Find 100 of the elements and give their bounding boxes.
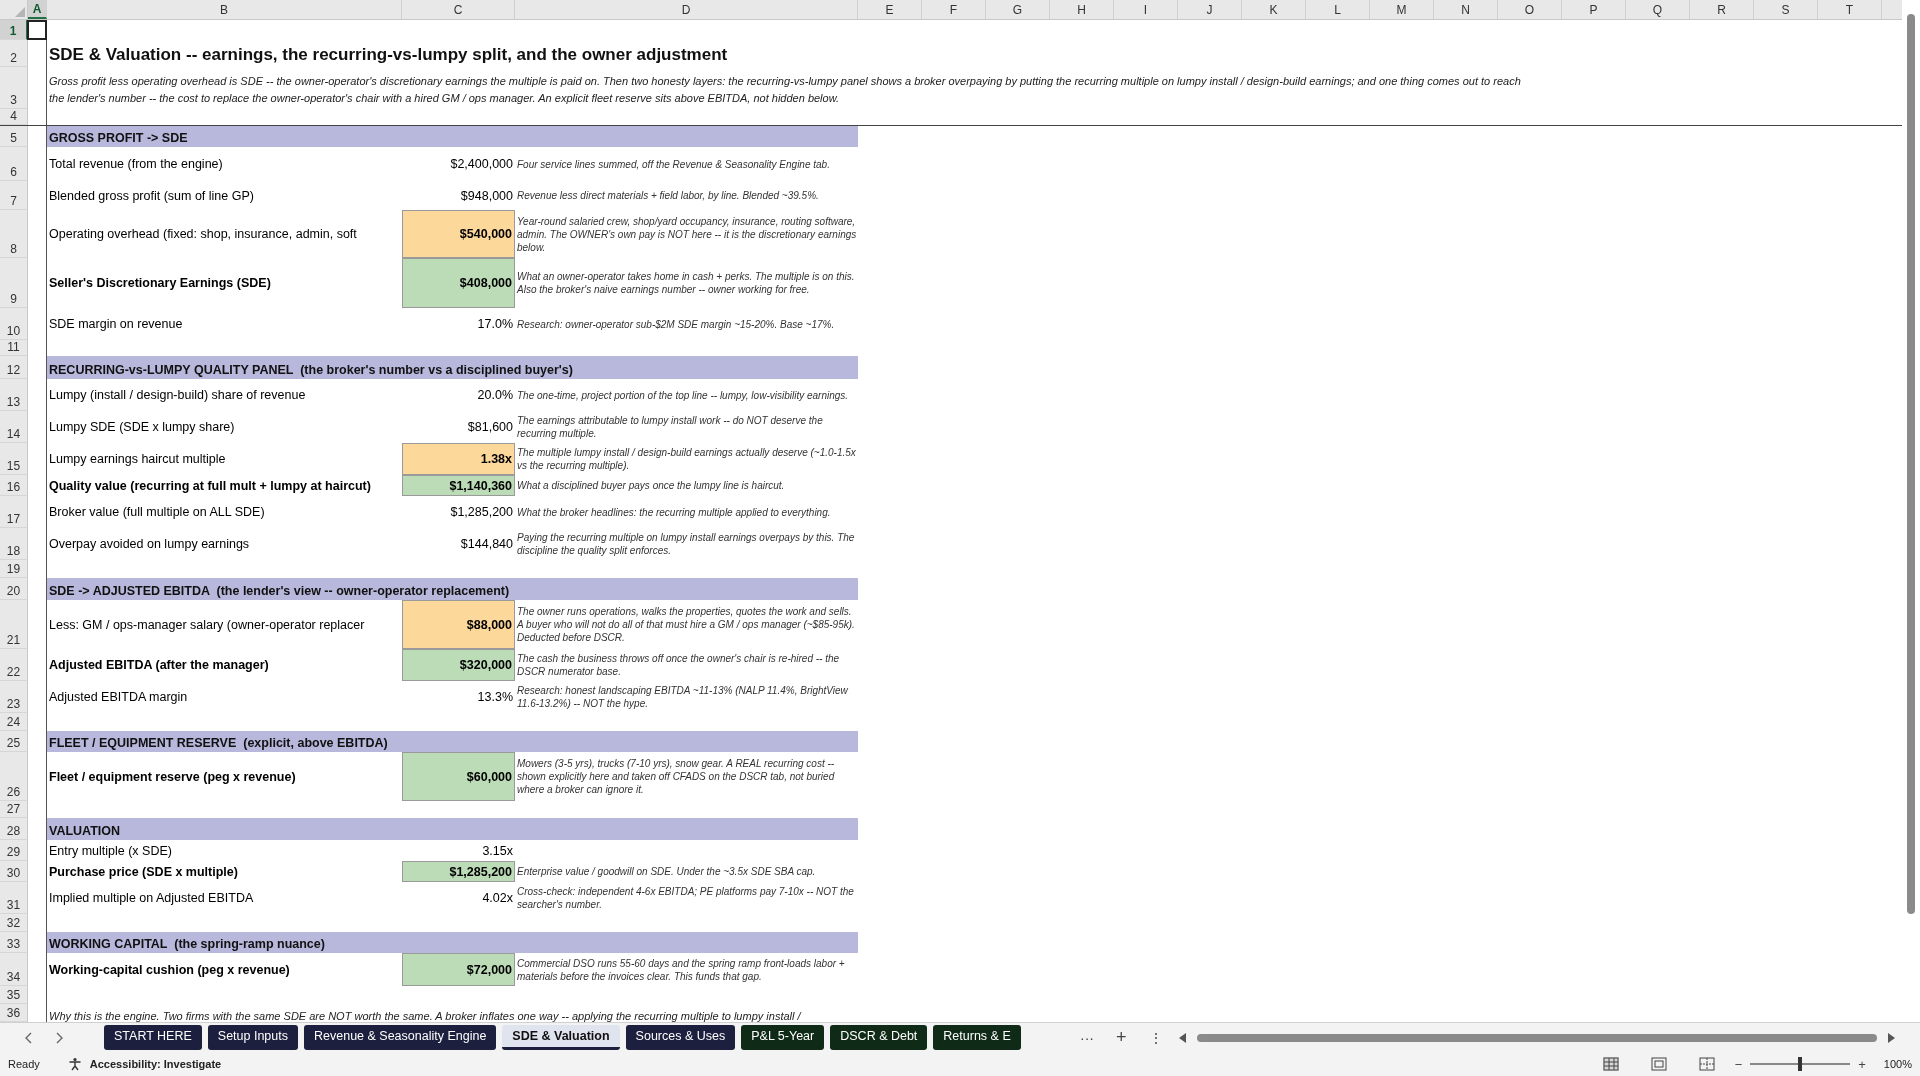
row-number[interactable]: 4 [0,109,28,125]
column-header[interactable]: H [1050,0,1114,19]
sheet-tab[interactable]: SDE & Valuation [502,1025,620,1050]
row-number[interactable]: 29 [0,840,28,861]
next-sheet-icon[interactable] [54,1031,64,1044]
row-number[interactable]: 34 [0,953,28,986]
sheet-tab[interactable]: P&L 5-Year [741,1025,825,1050]
scroll-left-icon[interactable] [1178,1032,1187,1043]
column-header[interactable]: Q [1626,0,1690,19]
note-text: What an owner-operator takes home in cash + perks. The multiple is on this. Also the broker's naive earnings number -- owner working for free. [517,270,856,296]
column-header[interactable]: B [47,0,402,19]
scroll-right-icon[interactable] [1886,1032,1895,1043]
column-header[interactable]: I [1114,0,1178,19]
sheet-tab[interactable]: Revenue & Seasonality Engine [304,1025,497,1050]
accessibility-status[interactable]: Accessibility: Investigate [89,1058,222,1070]
row-number[interactable]: 1 [0,20,28,40]
note-text: Paying the recurring multiple on lumpy install earnings overpays by this. The discipline the quality split enforces. [517,531,856,557]
row-number[interactable]: 8 [0,210,28,258]
row-number[interactable]: 30 [0,861,28,882]
row-number[interactable]: 14 [0,411,28,443]
note-text: Revenue less direct materials + field labor, by line. Blended ~39.5%. [517,189,819,202]
row-number[interactable]: 18 [0,528,28,560]
row-number[interactable]: 5 [0,126,28,147]
row-number[interactable]: 31 [0,882,28,914]
row-number[interactable]: 7 [0,181,28,210]
add-sheet-button[interactable]: + [1110,1027,1133,1048]
row-number[interactable]: 12 [0,356,28,379]
more-sheets-button[interactable]: ··· [1074,1029,1100,1046]
row-number[interactable]: 36 [0,1004,28,1022]
column-header[interactable]: J [1178,0,1242,19]
sheet-tab[interactable]: Returns & E [933,1025,1021,1050]
row-number[interactable]: 13 [0,379,28,411]
row-number[interactable]: 33 [0,932,28,953]
row-number[interactable]: 20 [0,578,28,600]
note-text: Four service lines summed, off the Revenue & Seasonality Engine tab. [517,157,830,171]
sheet-options-button[interactable]: ⋮ [1142,1029,1169,1046]
row-number[interactable]: 3 [0,67,28,109]
sheet-tab[interactable]: Setup Inputs [207,1025,298,1050]
column-header[interactable]: L [1306,0,1370,19]
row-number[interactable]: 35 [0,986,28,1004]
output-cell: $408,000 [402,258,515,308]
previous-sheet-icon[interactable] [24,1031,34,1044]
row-number[interactable]: 10 [0,308,28,340]
row-number[interactable]: 23 [0,681,28,713]
zoom-in-button[interactable]: + [1858,1056,1866,1072]
column-header[interactable]: M [1370,0,1434,19]
column-header[interactable]: D [515,0,858,19]
row-number[interactable]: 17 [0,496,28,528]
row-number[interactable]: 24 [0,713,28,731]
row-number[interactable]: 11 [0,340,28,356]
page-break-icon[interactable] [1698,1057,1715,1071]
row-label: Operating overhead (fixed: shop, insurance, admin, soft [48,226,358,243]
row-number[interactable]: 2 [0,40,28,67]
column-header[interactable]: R [1690,0,1754,19]
row-number[interactable]: 28 [0,818,28,840]
horizontal-scrollbar[interactable] [1196,1033,1877,1042]
normal-view-icon[interactable] [1602,1057,1619,1071]
column-header[interactable]: G [986,0,1050,19]
corner-triangle-icon [15,7,25,17]
column-header[interactable]: N [1434,0,1498,19]
column-header[interactable]: P [1562,0,1626,19]
active-cell[interactable] [27,20,47,40]
row-label: Purchase price (SDE x multiple) [48,863,239,881]
row-number[interactable]: 19 [0,560,28,578]
column-header[interactable]: T [1818,0,1882,19]
value-cell-text: 17.0% [476,316,514,333]
sheet-tab[interactable]: START HERE [104,1025,202,1050]
row-number[interactable]: 6 [0,147,28,181]
sheet-tab[interactable]: Sources & Uses [625,1025,736,1050]
column-header[interactable]: S [1754,0,1818,19]
row-number[interactable]: 26 [0,752,28,801]
note-text: The one-time, project portion of the top line -- lumpy, low-visibility earnings. [517,388,849,402]
row-number[interactable]: 22 [0,649,28,681]
zoom-level[interactable]: 100% [1883,1058,1912,1070]
column-header[interactable]: C [402,0,515,19]
accessibility-icon[interactable] [67,1057,82,1071]
row-number[interactable]: 32 [0,914,28,932]
note-text: Enterprise value / goodwill on SDE. Under the ~3.5x SDE SBA cap. [517,865,816,878]
column-header[interactable]: F [922,0,986,19]
section-header: VALUATION [47,818,858,840]
row-label: SDE margin on revenue [48,316,184,333]
row-number[interactable]: 15 [0,443,28,475]
section-header: WORKING CAPITAL (the spring-ramp nuance) [47,932,858,953]
input-cell: $540,000 [402,210,515,258]
column-header[interactable]: O [1498,0,1562,19]
row-number[interactable]: 16 [0,475,28,496]
value-cell-text: 4.02x [481,890,514,907]
intro-paragraph: Gross profit less operating overhead is SDE -- the owner-operator's discretionary earnings the multiple is paid on. Then two honesty layers: the recurring-vs-lumpy panel shows a broker overpaying by putting the recurring multiple on lumpy install / design-build earnings; and one thing comes out to reach the lender's number -- the cost to replace the owner-operator's chair with a hired GM / ops manager. An explicit fleet reserve sits above EBITDA, not hidden below. [48,74,1522,106]
row-number[interactable]: 9 [0,258,28,308]
column-header[interactable]: A [28,0,47,19]
row-label: Broker value (full multiple on ALL SDE) [48,504,266,521]
row-number[interactable]: 25 [0,731,28,752]
column-header[interactable]: K [1242,0,1306,19]
sheet-tab[interactable]: DSCR & Debt [830,1025,928,1050]
page-layout-icon[interactable] [1650,1057,1667,1071]
row-number[interactable]: 21 [0,600,28,649]
column-header[interactable]: E [858,0,922,19]
row-label: Total revenue (from the engine) [48,156,224,173]
row-number[interactable]: 27 [0,801,28,818]
zoom-out-button[interactable]: − [1734,1056,1743,1072]
